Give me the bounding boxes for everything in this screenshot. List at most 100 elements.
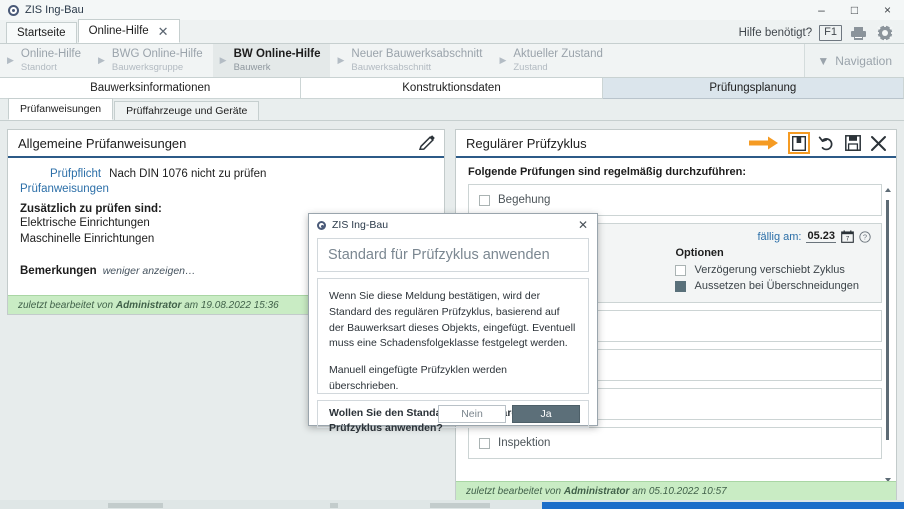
breadcrumb-title: Aktueller Zustand bbox=[513, 47, 603, 61]
tab-startseite[interactable]: Startseite bbox=[6, 22, 77, 43]
breadcrumb-subtitle: Bauwerk bbox=[234, 62, 321, 74]
section-tab-label: Bauwerksinformationen bbox=[90, 82, 210, 94]
due-value[interactable]: 05.23 bbox=[806, 230, 836, 243]
taskbar-strip bbox=[0, 500, 904, 509]
breadcrumb-item-zustand[interactable]: ▶ Aktueller Zustand Zustand bbox=[492, 44, 612, 77]
right-panel-title: Regulärer Prüfzyklus bbox=[466, 136, 587, 151]
options-block: Optionen Verzögerung verschiebt Zyklus A… bbox=[675, 243, 869, 302]
left-panel-header: Allgemeine Prüfanweisungen bbox=[8, 130, 444, 158]
apply-standard-icon[interactable] bbox=[788, 132, 810, 154]
section-tab-label: Konstruktionsdaten bbox=[402, 82, 500, 94]
printer-icon[interactable] bbox=[849, 24, 868, 43]
breadcrumb-item-bauwerk[interactable]: ▶ BW Online-Hilfe Bauwerk bbox=[213, 44, 331, 77]
left-panel-title: Allgemeine Prüfanweisungen bbox=[18, 136, 186, 151]
maximize-button[interactable]: □ bbox=[838, 0, 871, 20]
breadcrumb-subtitle: Bauwerksgruppe bbox=[112, 62, 203, 74]
left-panel-tools bbox=[417, 134, 436, 153]
undo-icon[interactable] bbox=[817, 134, 836, 153]
footer-date: 05.10.2022 10:57 bbox=[649, 486, 727, 497]
footer-date: 19.08.2022 15:36 bbox=[201, 300, 279, 311]
option-aussetzen[interactable]: Aussetzen bei Überschneidungen bbox=[675, 280, 859, 292]
right-panel-footer: zuletzt bearbeitet von Administrator am … bbox=[456, 481, 896, 500]
section-tab-bauwerksinformationen[interactable]: Bauwerksinformationen bbox=[0, 78, 301, 99]
f1-key-button[interactable]: F1 bbox=[819, 25, 842, 41]
footer-mid: am bbox=[632, 486, 646, 497]
confirm-dialog: ZIS Ing-Bau ✕ Standard für Prüfzyklus an… bbox=[308, 213, 598, 426]
dialog-paragraph-2: Manuell eingefügte Prüfzyklen werden übe… bbox=[329, 363, 577, 395]
checkbox-verzoegerung[interactable] bbox=[675, 265, 686, 276]
navigation-label: Navigation bbox=[835, 54, 892, 68]
checkbox-inspektion[interactable] bbox=[479, 438, 490, 449]
checkbox-begehung[interactable] bbox=[479, 195, 490, 206]
options-title: Optionen bbox=[675, 247, 723, 259]
minimize-button[interactable]: – bbox=[805, 0, 838, 20]
dialog-no-button[interactable]: Nein bbox=[438, 405, 506, 423]
close-window-button[interactable]: × bbox=[871, 0, 904, 20]
pruefpflicht-label: Prüfpflicht bbox=[20, 168, 101, 180]
vertical-scrollbar[interactable] bbox=[883, 188, 892, 482]
svg-text:?: ? bbox=[863, 232, 867, 241]
navigation-button[interactable]: ▼ Navigation bbox=[804, 44, 904, 77]
breadcrumb-subtitle: Standort bbox=[21, 62, 81, 74]
right-panel-intro: Folgende Prüfungen sind regelmäßig durch… bbox=[456, 158, 896, 184]
gear-icon[interactable] bbox=[875, 24, 894, 43]
sub-tab-label: Prüfanweisungen bbox=[20, 103, 101, 115]
footer-mid: am bbox=[184, 300, 198, 311]
title-bar: ZIS Ing-Bau – □ × bbox=[0, 0, 904, 20]
dialog-close-icon[interactable]: ✕ bbox=[575, 218, 591, 232]
footer-user: Administrator bbox=[564, 486, 630, 497]
taskbar-item bbox=[108, 503, 163, 508]
option-label: Verzögerung verschiebt Zyklus bbox=[694, 264, 844, 276]
section-tab-pruefungsplanung[interactable]: Prüfungsplanung bbox=[603, 78, 904, 99]
pencil-icon[interactable] bbox=[417, 134, 436, 153]
breadcrumb-title: Online-Hilfe bbox=[21, 47, 81, 61]
close-panel-icon[interactable] bbox=[869, 134, 888, 153]
sub-tab-prueffahrzeuge-und-geraete[interactable]: Prüffahrzeuge und Geräte bbox=[114, 101, 259, 120]
calendar-icon[interactable]: 7 bbox=[841, 230, 854, 243]
scroll-up-arrow-icon[interactable] bbox=[885, 188, 891, 192]
chevron-right-icon: ▶ bbox=[98, 55, 105, 66]
tab-online-hilfe[interactable]: Online-Hilfe ✕ bbox=[78, 19, 180, 43]
breadcrumb: ▶ Online-Hilfe Standort ▶ BWG Online-Hil… bbox=[0, 44, 904, 78]
chevron-right-icon: ▶ bbox=[220, 55, 227, 66]
app-logo-icon bbox=[8, 5, 19, 16]
cycle-label: Inspektion bbox=[498, 437, 550, 449]
right-panel-tools bbox=[749, 132, 888, 154]
footer-prefix: zuletzt bearbeitet von bbox=[18, 300, 113, 311]
sub-tab-pruefanweisungen[interactable]: Prüfanweisungen bbox=[8, 98, 113, 120]
right-panel-header: Regulärer Prüfzyklus bbox=[456, 130, 896, 158]
breadcrumb-item-standort[interactable]: ▶ Online-Hilfe Standort bbox=[0, 44, 91, 77]
breadcrumb-title: BWG Online-Hilfe bbox=[112, 47, 203, 61]
scrollbar-thumb[interactable] bbox=[886, 200, 889, 440]
dialog-window-title: ZIS Ing-Bau bbox=[332, 219, 388, 231]
section-tab-label: Prüfungsplanung bbox=[709, 82, 796, 94]
sub-tabs: Prüfanweisungen Prüffahrzeuge und Geräte bbox=[0, 99, 904, 121]
dialog-body: Wenn Sie diese Meldung bestätigen, wird … bbox=[317, 278, 589, 394]
breadcrumb-subtitle: Bauwerksabschnitt bbox=[351, 62, 482, 74]
svg-text:7: 7 bbox=[846, 236, 850, 242]
section-tab-konstruktionsdaten[interactable]: Konstruktionsdaten bbox=[301, 78, 602, 99]
due-label: fällig am: bbox=[757, 231, 801, 243]
cycle-row-begehung[interactable]: Begehung bbox=[468, 184, 882, 216]
bemerkungen-label: Bemerkungen bbox=[20, 265, 97, 277]
breadcrumb-item-bauwerksabschnitt[interactable]: ▶ Neuer Bauwerksabschnitt Bauwerksabschn… bbox=[330, 44, 492, 77]
window-title: ZIS Ing-Bau bbox=[25, 4, 84, 16]
taskbar-item bbox=[430, 503, 490, 508]
bemerkungen-toggle[interactable]: weniger anzeigen… bbox=[103, 265, 196, 277]
dialog-title-bar: ZIS Ing-Bau ✕ bbox=[309, 214, 597, 236]
section-tabs: Bauwerksinformationen Konstruktionsdaten… bbox=[0, 78, 904, 99]
question-circle-icon[interactable]: ? bbox=[859, 231, 871, 243]
breadcrumb-subtitle: Zustand bbox=[513, 62, 603, 74]
breadcrumb-item-bauwerksgruppe[interactable]: ▶ BWG Online-Hilfe Bauwerksgruppe bbox=[91, 44, 213, 77]
checkbox-aussetzen[interactable] bbox=[675, 281, 686, 292]
save-icon[interactable] bbox=[843, 134, 862, 153]
breadcrumb-title: BW Online-Hilfe bbox=[234, 47, 321, 61]
help-label: Hilfe benötigt? bbox=[739, 27, 813, 39]
tab-close-icon[interactable]: ✕ bbox=[158, 25, 169, 38]
dialog-yes-button[interactable]: Ja bbox=[512, 405, 580, 423]
footer-prefix: zuletzt bearbeitet von bbox=[466, 486, 561, 497]
option-verzoegerung[interactable]: Verzögerung verschiebt Zyklus bbox=[675, 264, 844, 276]
chevron-right-icon: ▶ bbox=[7, 55, 14, 66]
pruefanweisungen-link[interactable]: Prüfanweisungen bbox=[20, 183, 432, 195]
tab-startseite-label: Startseite bbox=[17, 27, 66, 39]
